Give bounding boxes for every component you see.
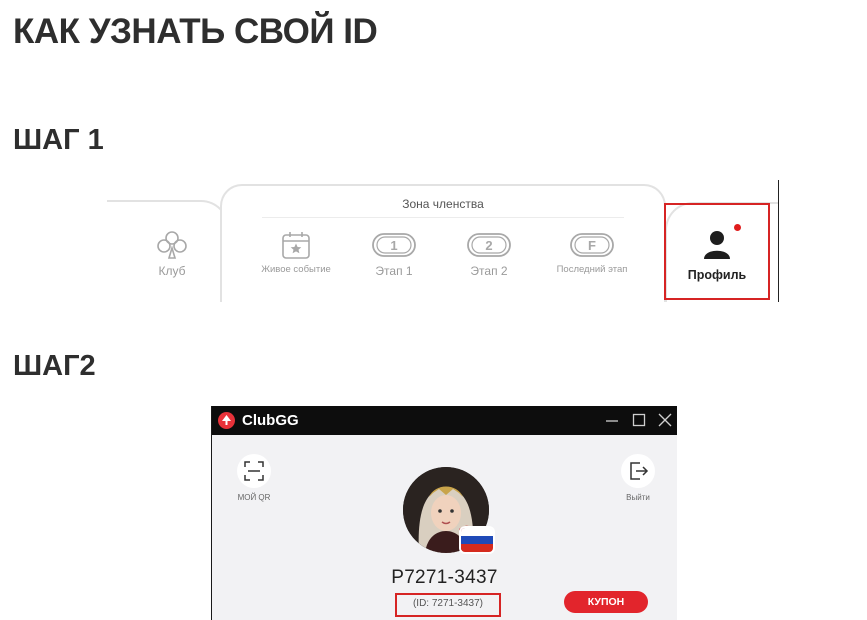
tab-stage-1[interactable]: 1 Этап 1 bbox=[369, 230, 419, 278]
svg-text:2: 2 bbox=[485, 238, 492, 253]
page-title: КАК УЗНАТЬ СВОЙ ID bbox=[13, 12, 378, 51]
svg-text:1: 1 bbox=[390, 238, 397, 253]
qr-scan-icon bbox=[244, 461, 264, 481]
tab-label: Этап 1 bbox=[375, 264, 413, 278]
tab-profile[interactable]: Профиль bbox=[664, 203, 770, 300]
notification-dot bbox=[734, 224, 741, 231]
logout-button[interactable]: Выйти bbox=[608, 454, 668, 502]
player-id: (ID: 7271-3437) bbox=[412, 598, 484, 609]
tab-club[interactable]: Клуб bbox=[147, 230, 197, 278]
profile-icon bbox=[704, 231, 730, 259]
svg-text:F: F bbox=[588, 238, 596, 253]
close-icon[interactable] bbox=[658, 411, 672, 434]
tab-label: Клуб bbox=[158, 264, 186, 278]
tab-label: Этап 2 bbox=[470, 264, 508, 278]
calendar-star-icon bbox=[282, 232, 310, 259]
clubgg-logo-icon bbox=[218, 412, 235, 429]
coupon-button[interactable]: КУПОН bbox=[564, 591, 648, 613]
tab-live-event[interactable]: Живое событие bbox=[252, 230, 340, 275]
logout-label: Выйти bbox=[626, 493, 650, 502]
maximize-icon[interactable] bbox=[632, 411, 646, 434]
tab-final-stage[interactable]: F Последний этап bbox=[547, 230, 637, 275]
player-id-highlight: (ID: 7271-3437) bbox=[395, 593, 501, 617]
logout-icon bbox=[630, 462, 649, 480]
my-qr-button[interactable]: МОЙ QR bbox=[224, 454, 284, 502]
club-icon bbox=[157, 231, 187, 259]
zone-title: Зона членства bbox=[402, 197, 484, 211]
minimize-icon[interactable] bbox=[605, 411, 619, 434]
bottom-tab-bar: Зона членства Клуб Живое событие 1 Этап … bbox=[107, 180, 779, 302]
tab-label: Живое событие bbox=[261, 264, 331, 275]
my-qr-label: МОЙ QR bbox=[237, 493, 271, 502]
stage-2-icon: 2 bbox=[467, 233, 511, 257]
step1-heading: ШАГ 1 bbox=[13, 124, 104, 156]
final-stage-icon: F bbox=[570, 233, 614, 257]
player-nickname: P7271-3437 bbox=[391, 567, 498, 588]
app-name: ClubGG bbox=[242, 412, 299, 429]
russia-flag-icon bbox=[461, 528, 493, 552]
clubgg-window: ClubGG МОЙ QR Выйти P7271-3437 (ID: 7271… bbox=[211, 406, 677, 620]
step2-heading: ШАГ2 bbox=[13, 350, 96, 382]
title-bar: ClubGG bbox=[212, 406, 677, 435]
tab-label: Последний этап bbox=[556, 264, 628, 275]
tab-label: Профиль bbox=[687, 268, 747, 282]
tab-stage-2[interactable]: 2 Этап 2 bbox=[464, 230, 514, 278]
stage-1-icon: 1 bbox=[372, 233, 416, 257]
